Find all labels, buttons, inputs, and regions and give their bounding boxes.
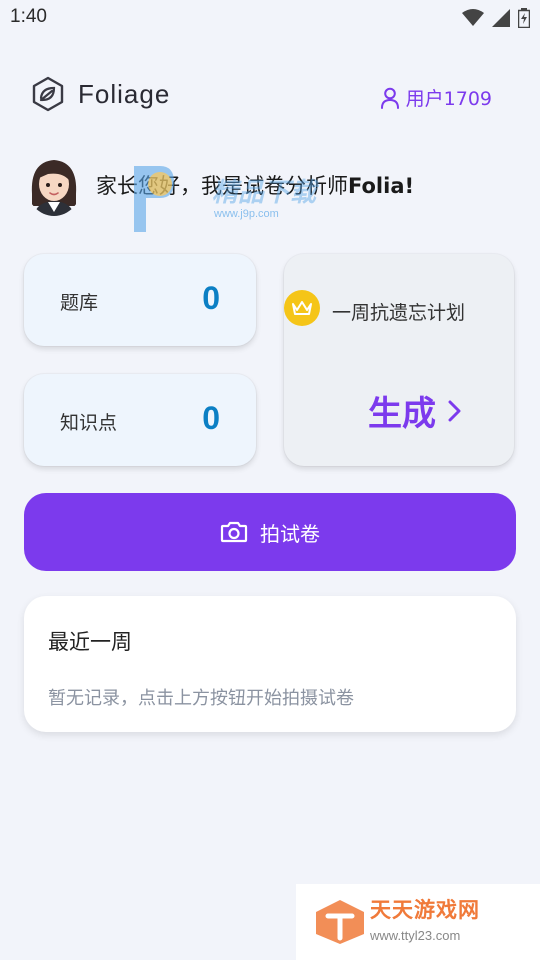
knowledge-points-label: 知识点 (60, 412, 118, 434)
user-label: 用户1709 (405, 88, 492, 110)
foliage-logo-icon (32, 76, 64, 112)
brand: Foliage (30, 76, 170, 112)
user-icon (380, 87, 399, 109)
recent-empty-message: 暂无记录，点击上方按钮开始拍摄试卷 (48, 688, 354, 709)
plan-title: 一周抗遗忘计划 (332, 302, 466, 324)
question-bank-count: 0 (202, 280, 220, 316)
status-time: 1:40 (10, 6, 47, 27)
signal-icon (492, 9, 510, 27)
generate-label: 生成 (368, 394, 436, 434)
status-bar: 1:40 (0, 0, 540, 36)
chevron-right-icon (448, 400, 461, 421)
watermark-corner-logo (316, 900, 364, 944)
status-icons (462, 7, 530, 29)
wifi-icon (462, 9, 484, 26)
brand-name: Foliage (78, 78, 171, 109)
watermark-corner: 天天游戏网 www.ttyl23.com (296, 884, 540, 960)
knowledge-points-count: 0 (202, 400, 220, 436)
watermark-center: 精品下载 www.j9p.com (130, 162, 350, 234)
camera-icon (220, 521, 248, 543)
watermark-corner-url: www.ttyl23.com (370, 928, 461, 943)
generate-plan-button[interactable]: 生成 (368, 386, 462, 435)
shoot-exam-button[interactable]: 拍试卷 (24, 493, 516, 571)
watermark-corner-text: 天天游戏网 (370, 898, 480, 922)
recent-title: 最近一周 (48, 630, 132, 654)
user-profile-button[interactable]: 用户1709 (380, 84, 492, 111)
question-bank-label: 题库 (60, 292, 99, 314)
knowledge-points-card[interactable]: 知识点 0 (24, 374, 256, 466)
watermark-center-url: www.j9p.com (214, 208, 279, 220)
battery-icon (518, 8, 530, 28)
watermark-center-text: 精品下载 (212, 178, 317, 208)
recent-week-card: 最近一周 暂无记录，点击上方按钮开始拍摄试卷 (24, 596, 516, 732)
anti-forget-plan-card[interactable]: 一周抗遗忘计划 生成 (284, 254, 514, 466)
question-bank-card[interactable]: 题库 0 (24, 254, 256, 346)
avatar (26, 154, 82, 216)
shoot-exam-label: 拍试卷 (260, 521, 320, 546)
crown-icon (284, 290, 320, 326)
